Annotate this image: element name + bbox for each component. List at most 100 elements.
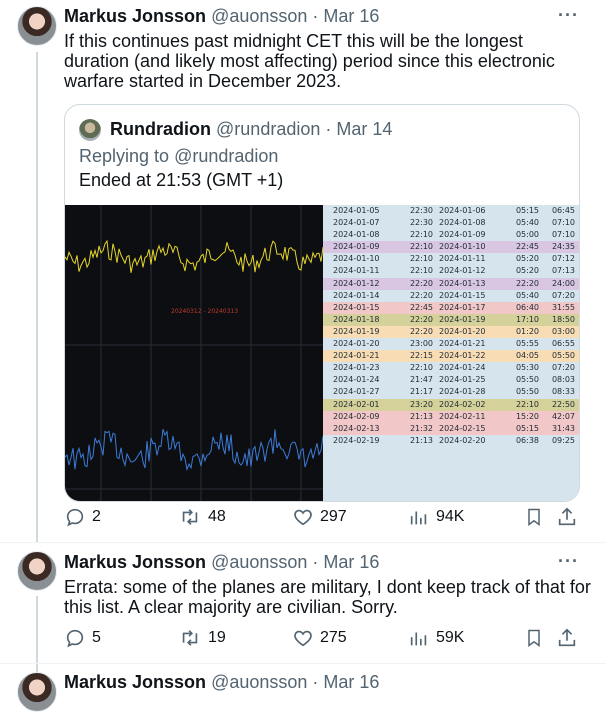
table-row: 2024-01-12 22:20 2024-01-13 22:20 24:00 xyxy=(323,277,579,290)
table-cell: 31:43 xyxy=(551,423,575,433)
table-cell: 22:10 xyxy=(409,254,433,264)
table-row: 2024-01-21 22:15 2024-01-22 04:05 05:50 xyxy=(323,350,579,363)
table-cell: 2024-01-07 xyxy=(333,218,380,228)
chart-date-label: 20240312 - 20240313 xyxy=(171,308,238,315)
reply-count: 5 xyxy=(92,629,101,646)
table-cell: 2024-01-10 xyxy=(439,242,486,252)
avatar[interactable] xyxy=(17,6,57,46)
table-cell: 2024-01-19 xyxy=(333,326,380,336)
table-cell: 03:00 xyxy=(551,326,575,336)
more-icon[interactable]: ··· xyxy=(558,551,579,572)
tweet-text: If this continues past midnight CET this… xyxy=(64,31,555,91)
bookmark-button[interactable] xyxy=(524,506,550,528)
retweet-button[interactable]: 48 xyxy=(178,506,226,528)
table-cell: 09:25 xyxy=(551,435,575,445)
quote-media[interactable]: 20240312 - 20240313 2024-01-05 22:30 2024-… xyxy=(65,205,579,501)
table-cell: 2024-01-09 xyxy=(333,242,380,252)
table-cell: 05:50 xyxy=(515,387,539,397)
retweet-count: 19 xyxy=(208,629,226,646)
table-cell: 05:00 xyxy=(515,230,539,240)
table-cell: 22:50 xyxy=(551,399,575,409)
tweet-date[interactable]: Mar 16 xyxy=(323,552,379,572)
table-cell: 2024-01-17 xyxy=(439,302,486,312)
table-cell: 2024-02-19 xyxy=(333,435,380,445)
table-row: 2024-01-27 21:17 2024-01-28 05:50 08:33 xyxy=(323,386,579,399)
quote-date: Mar 14 xyxy=(336,119,393,139)
table-cell: 05:50 xyxy=(515,375,539,385)
like-icon xyxy=(294,509,312,526)
table-row: 2024-01-18 22:20 2024-01-19 17:10 18:50 xyxy=(323,313,579,326)
table-row: 2024-02-01 23:20 2024-02-02 22:10 22:50 xyxy=(323,398,579,411)
author-handle[interactable]: @auonsson xyxy=(211,6,307,26)
table-cell: 21:32 xyxy=(409,423,433,433)
share-icon xyxy=(558,507,576,526)
avatar[interactable] xyxy=(17,672,57,712)
table-cell: 22:15 xyxy=(409,351,433,361)
share-button[interactable] xyxy=(556,506,584,528)
quoted-tweet[interactable]: Rundradion @rundradion · Mar 14 Replying… xyxy=(64,104,580,502)
table-cell: 2024-01-12 xyxy=(439,266,486,276)
share-button[interactable] xyxy=(556,627,584,649)
avatar[interactable] xyxy=(17,551,57,591)
like-count: 275 xyxy=(320,629,347,646)
table-row: 2024-02-19 21:13 2024-02-20 06:38 09:25 xyxy=(323,434,579,447)
tweet-text: Errata: some of the planes are military,… xyxy=(64,577,591,617)
table-cell: 18:50 xyxy=(551,314,575,324)
replying-to-handle: @rundradion xyxy=(174,146,279,166)
author-name[interactable]: Markus Jonsson xyxy=(64,672,206,692)
bookmark-icon xyxy=(528,629,540,647)
table-cell: 2024-01-11 xyxy=(439,254,486,264)
table-cell: 22:30 xyxy=(409,218,433,228)
tweet-header: Markus Jonsson @auonsson · Mar 16 xyxy=(64,672,379,693)
table-row: 2024-01-10 22:10 2024-01-11 05:20 07:12 xyxy=(323,253,579,266)
table-cell: 2024-01-24 xyxy=(439,363,486,373)
table-cell: 2024-01-20 xyxy=(439,326,486,336)
view-count: 59K xyxy=(436,629,465,646)
table-cell: 2024-01-20 xyxy=(333,339,380,349)
reply-icon xyxy=(66,629,84,648)
author-handle[interactable]: @auonsson xyxy=(211,672,307,692)
tweet-date[interactable]: Mar 16 xyxy=(323,6,379,26)
separator: · xyxy=(320,119,337,139)
reply-button[interactable]: 2 xyxy=(64,506,101,528)
bookmark-button[interactable] xyxy=(524,627,550,649)
author-name[interactable]: Markus Jonsson xyxy=(64,552,206,572)
like-button[interactable]: 275 xyxy=(292,627,347,649)
table-cell: 22:10 xyxy=(409,242,433,252)
table-cell: 05:15 xyxy=(515,423,539,433)
like-button[interactable]: 297 xyxy=(292,506,347,528)
table-cell: 2024-01-12 xyxy=(333,278,380,288)
table-cell: 22:45 xyxy=(515,242,539,252)
separator: · xyxy=(307,552,324,572)
table-cell: 2024-02-01 xyxy=(333,399,380,409)
table-row: 2024-01-08 22:10 2024-01-09 05:00 07:10 xyxy=(323,229,579,242)
table-row: 2024-01-15 22:45 2024-01-17 06:40 31:55 xyxy=(323,301,579,314)
table-row: 2024-01-07 22:30 2024-01-08 05:40 07:10 xyxy=(323,217,579,230)
table-cell: 22:20 xyxy=(409,290,433,300)
table-row: 2024-01-23 22:10 2024-01-24 05:30 07:20 xyxy=(323,362,579,375)
table-cell: 22:10 xyxy=(409,230,433,240)
retweet-button[interactable]: 19 xyxy=(178,627,226,649)
replying-to-prefix: Replying to xyxy=(79,146,175,166)
bookmark-icon xyxy=(528,508,540,526)
views-button[interactable]: 94K xyxy=(408,506,464,528)
tweet-date[interactable]: Mar 16 xyxy=(323,672,379,692)
table-cell: 07:20 xyxy=(551,290,575,300)
table-cell: 22:30 xyxy=(409,206,433,215)
table-cell: 06:40 xyxy=(515,302,539,312)
author-handle[interactable]: @auonsson xyxy=(211,552,307,572)
table-cell: 2024-01-10 xyxy=(333,254,380,264)
table-cell: 01:20 xyxy=(515,326,539,336)
author-name[interactable]: Markus Jonsson xyxy=(64,6,206,26)
table-cell: 2024-02-11 xyxy=(439,411,486,421)
table-cell: 05:20 xyxy=(515,254,539,264)
share-icon xyxy=(558,628,576,647)
more-icon[interactable]: ··· xyxy=(558,5,579,26)
table-cell: 07:10 xyxy=(551,230,575,240)
views-button[interactable]: 59K xyxy=(408,627,464,649)
table-row: 2024-02-09 21:13 2024-02-11 15:20 42:07 xyxy=(323,410,579,423)
table-cell: 2024-01-23 xyxy=(333,363,380,373)
table-cell: 05:50 xyxy=(551,351,575,361)
table-cell: 06:38 xyxy=(515,435,539,445)
reply-button[interactable]: 5 xyxy=(64,627,101,649)
